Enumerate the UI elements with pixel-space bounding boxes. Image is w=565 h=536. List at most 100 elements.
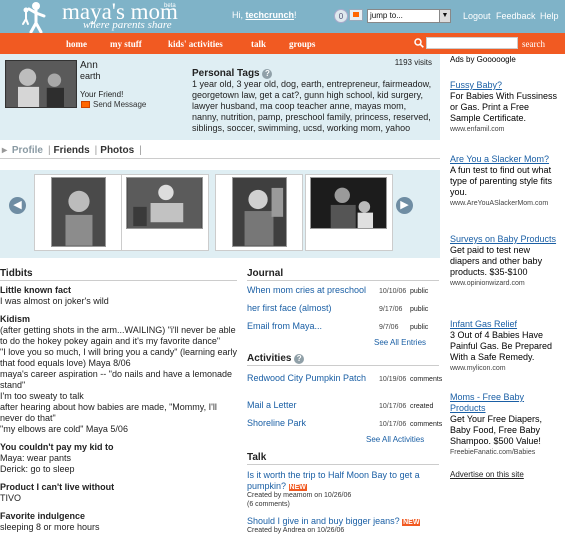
ad-title-link[interactable]: Moms - Free Baby Products	[450, 392, 560, 414]
ad-url[interactable]: www.enfamil.com	[450, 124, 560, 135]
help-link[interactable]: Help	[540, 11, 559, 21]
divider	[247, 464, 439, 465]
next-arrow-icon[interactable]: ▶	[396, 197, 413, 214]
activity-link[interactable]: Mail a Letter	[247, 400, 377, 411]
main-nav: home my stuff kids' activities talk grou…	[0, 33, 565, 54]
ad-url[interactable]: FreebieFanatic.com/Babies	[450, 447, 560, 458]
tab-friends[interactable]: Friends	[54, 145, 90, 156]
activity-date: 10/17/06	[379, 421, 407, 428]
see-all-activities-link[interactable]: See All Activities	[366, 435, 424, 444]
nav-my-stuff[interactable]: my stuff	[110, 39, 142, 49]
ad-unit: Surveys on Baby Products Get paid to tes…	[450, 234, 560, 289]
divider	[0, 158, 440, 159]
journal-entry-date: 9/7/06	[379, 324, 399, 331]
photo-thumbnail[interactable]	[121, 174, 209, 251]
tidbit-line: TIVO	[0, 493, 22, 503]
talk-post: Is it worth the trip to Half Moon Bay to…	[247, 470, 437, 493]
activities-label: Activities	[247, 353, 292, 364]
photo-image	[126, 177, 203, 229]
visit-count: 1193 visits	[394, 58, 432, 67]
search-input[interactable]	[426, 37, 518, 49]
avatar[interactable]	[5, 60, 77, 108]
ads-header[interactable]: Ads by Gooooogle	[450, 55, 516, 64]
journal-entry-date: 9/17/06	[379, 306, 403, 313]
activity-date: 10/17/06	[379, 403, 407, 410]
envelope-icon[interactable]	[81, 101, 90, 108]
activity-status: comments	[410, 421, 443, 428]
message-icon[interactable]	[349, 9, 363, 21]
help-icon[interactable]: ?	[262, 69, 273, 79]
send-message-link[interactable]: Send Message	[93, 100, 146, 109]
greeting: Hi, techcrunch!	[232, 10, 297, 20]
ad-url[interactable]: www.mylicon.com	[450, 363, 560, 374]
search-button[interactable]: search	[522, 39, 545, 49]
activity-status: created	[410, 403, 434, 410]
logout-link[interactable]: Logout	[463, 11, 491, 21]
greeting-prefix: Hi,	[232, 10, 246, 20]
username-link[interactable]: techcrunch	[246, 10, 295, 20]
photo-thumbnail[interactable]	[34, 174, 122, 251]
greeting-suffix: !	[294, 10, 297, 20]
tidbits-title: Tidbits	[0, 268, 33, 279]
search-icon	[414, 38, 424, 48]
logo-mother-child-icon	[22, 2, 46, 33]
journal-entry-visibility: public	[410, 288, 429, 295]
new-badge: NEW	[288, 484, 307, 491]
ad-unit: Infant Gas Relief 3 Out of 4 Babies Have…	[450, 319, 560, 374]
nav-talk[interactable]: talk	[251, 39, 266, 49]
talk-post-meta: Created by meamom on 10/26/06	[247, 492, 352, 499]
journal-entry-visibility: public	[410, 306, 429, 313]
nav-groups[interactable]: groups	[289, 39, 315, 49]
talk-post-comments[interactable]: (6 comments)	[247, 501, 290, 508]
ad-body: Get paid to test new diapers and other b…	[450, 245, 543, 277]
ad-url[interactable]: www.AreYouASlackerMom.com	[450, 198, 560, 209]
tidbit-line: sleeping 8 or more hours	[0, 522, 100, 532]
ad-title-link[interactable]: Infant Gas Relief	[450, 319, 560, 330]
activity-link[interactable]: Redwood City Pumpkin Patch	[247, 373, 367, 384]
activity-link[interactable]: Shoreline Park	[247, 418, 377, 429]
profile-location: earth	[80, 71, 101, 81]
ad-title-link[interactable]: Surveys on Baby Products	[450, 234, 560, 245]
tab-photos[interactable]: Photos	[100, 145, 134, 156]
tidbit-heading: You couldn't pay my kid to	[0, 442, 114, 452]
photo-thumbnail[interactable]	[215, 174, 303, 251]
notification-count[interactable]: 0	[334, 9, 348, 23]
personal-tags-label: Personal Tags	[192, 68, 260, 79]
divider	[247, 280, 439, 281]
personal-tags-list[interactable]: 1 year old, 3 year old, dog, earth, entr…	[192, 79, 432, 134]
help-icon[interactable]: ?	[294, 354, 305, 364]
nav-kids-activities[interactable]: kids' activities	[168, 39, 223, 49]
tidbit-line: Maya: wear pants	[0, 453, 72, 463]
ad-body: A fun test to find out what type of pare…	[450, 165, 553, 197]
journal-entry-link[interactable]: Email from Maya...	[247, 321, 377, 332]
talk-post-meta: Created by Andrea on 10/26/06	[247, 527, 345, 534]
feedback-link[interactable]: Feedback	[496, 11, 536, 21]
tidbit-line: after hearing about how babies are made,…	[0, 402, 217, 423]
ad-url[interactable]: www.opinionwizard.com	[450, 278, 560, 289]
tidbit-line: Derick: go to sleep	[0, 464, 75, 474]
previous-arrow-icon[interactable]: ◀	[9, 197, 26, 214]
see-all-entries-link[interactable]: See All Entries	[374, 338, 426, 347]
talk-title: Talk	[247, 452, 267, 463]
tab-profile[interactable]: Profile	[12, 145, 43, 156]
nav-home[interactable]: home	[66, 39, 87, 49]
journal-entry-link[interactable]: her first face (almost)	[247, 303, 377, 314]
tidbits-list: Little known fact I was almost on joker'…	[0, 285, 237, 533]
ad-title-link[interactable]: Fussy Baby?	[450, 80, 560, 91]
journal-entry-link[interactable]: When mom cries at preschool	[247, 285, 377, 296]
ad-unit: Fussy Baby? For Babies With Fussiness or…	[450, 80, 560, 135]
journal-entry-date: 10/10/06	[379, 288, 407, 295]
advertise-link[interactable]: Advertise on this site	[450, 470, 524, 479]
ad-title-link[interactable]: Are You a Slacker Mom?	[450, 154, 560, 165]
friend-status: Your Friend!	[80, 90, 124, 99]
divider	[0, 280, 237, 281]
talk-post-link[interactable]: Should I give in and buy bigger jeans?	[247, 516, 400, 526]
jump-to-select[interactable]: jump to... ▼	[367, 9, 451, 23]
chevron-down-icon: ▼	[439, 10, 450, 22]
photo-image	[51, 177, 106, 247]
new-badge: NEW	[402, 519, 421, 526]
talk-post-link[interactable]: Is it worth the trip to Half Moon Bay to…	[247, 470, 420, 491]
ad-body: For Babies With Fussiness or Gas. Print …	[450, 91, 558, 123]
photo-thumbnail[interactable]	[305, 174, 393, 251]
top-header: maya's mom beta where parents share Hi, …	[0, 0, 565, 33]
